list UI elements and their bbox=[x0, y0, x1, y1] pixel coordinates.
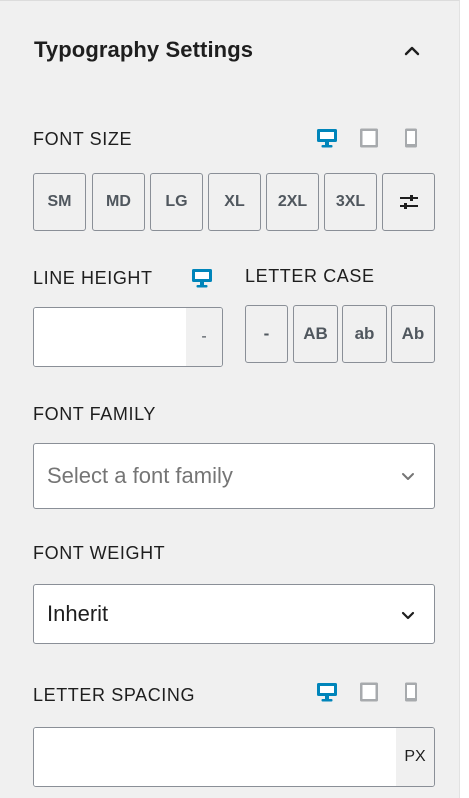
typography-settings-panel: Typography Settings FONT SIZE SM MD LG X… bbox=[0, 0, 460, 798]
panel-header[interactable]: Typography Settings bbox=[0, 1, 460, 101]
desktop-icon bbox=[317, 129, 337, 148]
font-family-chevron bbox=[398, 466, 418, 486]
chevron-down-icon bbox=[402, 473, 414, 480]
line-height-field: - bbox=[33, 307, 223, 367]
desktop-icon bbox=[192, 269, 212, 288]
letter-case-lowercase-button[interactable]: ab bbox=[342, 305, 387, 363]
line-height-device-desktop[interactable] bbox=[191, 267, 213, 289]
font-weight-label: FONT WEIGHT bbox=[33, 543, 166, 563]
font-weight-select[interactable]: Inherit bbox=[33, 584, 435, 644]
collapse-button[interactable] bbox=[396, 35, 428, 67]
font-size-md-button[interactable]: MD bbox=[92, 173, 145, 231]
font-weight-chevron bbox=[398, 605, 418, 625]
font-size-xl-button[interactable]: XL bbox=[208, 173, 261, 231]
font-size-sm-button[interactable]: SM bbox=[33, 173, 86, 231]
font-size-device-desktop[interactable] bbox=[316, 127, 338, 149]
font-size-2xl-button[interactable]: 2XL bbox=[266, 173, 319, 231]
tablet-icon bbox=[360, 128, 378, 148]
font-size-custom-button[interactable] bbox=[382, 173, 435, 231]
font-family-label: FONT FAMILY bbox=[33, 404, 156, 424]
font-size-label: FONT SIZE bbox=[33, 129, 133, 149]
sliders-icon bbox=[399, 195, 418, 209]
desktop-icon bbox=[317, 683, 337, 702]
letter-spacing-device-tablet[interactable] bbox=[358, 681, 380, 703]
font-size-device-tablet[interactable] bbox=[358, 127, 380, 149]
letter-spacing-device-mobile[interactable] bbox=[400, 681, 422, 703]
font-size-device-mobile[interactable] bbox=[400, 127, 422, 149]
letter-spacing-device-desktop[interactable] bbox=[316, 681, 338, 703]
letter-case-none-button[interactable]: - bbox=[245, 305, 288, 363]
mobile-icon bbox=[405, 128, 417, 148]
letter-case-label: LETTER CASE bbox=[245, 266, 375, 286]
letter-case-capitalize-button[interactable]: Ab bbox=[391, 305, 435, 363]
chevron-up-icon bbox=[404, 46, 420, 56]
letter-spacing-unit[interactable]: PX bbox=[396, 728, 434, 786]
letter-spacing-input[interactable] bbox=[34, 728, 396, 786]
line-height-label: LINE HEIGHT bbox=[33, 268, 153, 288]
font-size-lg-button[interactable]: LG bbox=[150, 173, 203, 231]
font-family-select[interactable]: Select a font family bbox=[33, 443, 435, 509]
chevron-down-icon bbox=[401, 611, 415, 620]
font-weight-value: Inherit bbox=[47, 601, 109, 626]
font-size-3xl-button[interactable]: 3XL bbox=[324, 173, 377, 231]
letter-case-uppercase-button[interactable]: AB bbox=[293, 305, 338, 363]
tablet-icon bbox=[360, 682, 378, 702]
line-height-unit[interactable]: - bbox=[186, 308, 222, 366]
font-family-placeholder: Select a font family bbox=[47, 463, 233, 488]
line-height-input[interactable] bbox=[34, 308, 186, 366]
letter-spacing-label: LETTER SPACING bbox=[33, 685, 196, 705]
mobile-icon bbox=[405, 682, 417, 702]
panel-title: Typography Settings bbox=[34, 37, 254, 62]
letter-spacing-field: PX bbox=[33, 727, 435, 787]
